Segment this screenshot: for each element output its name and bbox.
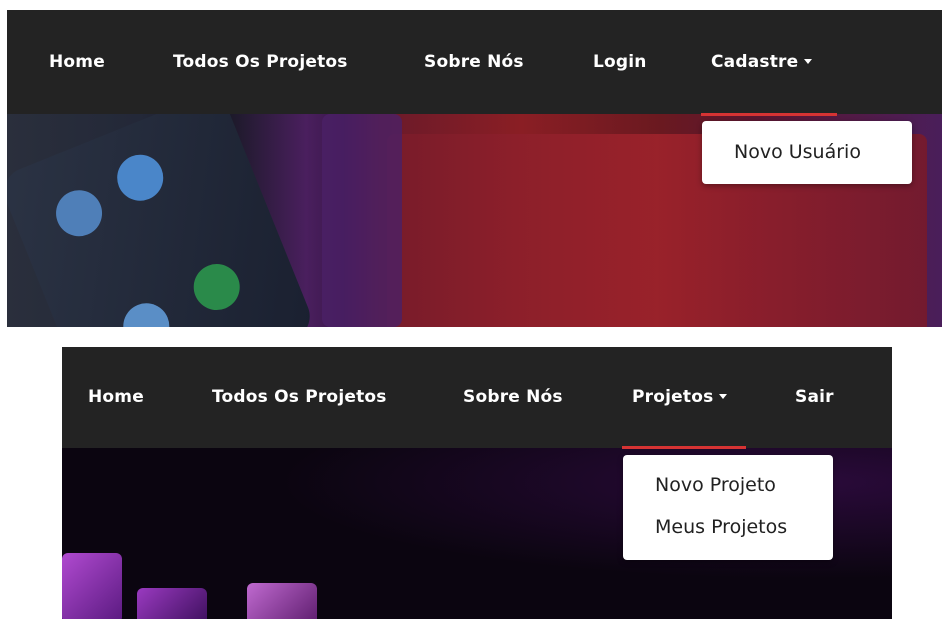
- main-navbar: Home Todos Os Projetos Sobre Nós Login C…: [7, 10, 942, 114]
- dropdown-item-my-projects[interactable]: Meus Projetos: [655, 516, 833, 538]
- hero-block: [247, 583, 317, 619]
- hero-purple-glow: [322, 114, 402, 327]
- active-underline: [701, 113, 837, 116]
- dropdown-item-new-project[interactable]: Novo Projeto: [655, 474, 833, 496]
- nav-home[interactable]: Home: [49, 52, 105, 72]
- app-icon-blue: [49, 183, 109, 244]
- nav-home[interactable]: Home: [88, 387, 144, 407]
- nav-register-label: Cadastre: [711, 52, 799, 72]
- app-icon-samsung: [110, 147, 171, 208]
- active-underline: [622, 446, 746, 449]
- phone-image: [7, 114, 317, 327]
- whatsapp-icon: [186, 257, 247, 317]
- nav-projects-label: Projetos: [632, 387, 714, 407]
- navbar-screenshot-visitor: Home Todos Os Projetos Sobre Nós Login C…: [7, 10, 942, 327]
- nav-all-projects[interactable]: Todos Os Projetos: [212, 387, 387, 407]
- projects-dropdown-menu: Novo Projeto Meus Projetos: [623, 455, 833, 560]
- nav-register-dropdown[interactable]: Cadastre: [711, 52, 813, 72]
- phone-icon: [116, 296, 177, 327]
- nav-login[interactable]: Login: [593, 52, 647, 72]
- nav-projects-dropdown[interactable]: Projetos: [632, 387, 728, 407]
- register-dropdown-menu: Novo Usuário: [702, 121, 912, 184]
- nav-about[interactable]: Sobre Nós: [424, 52, 524, 72]
- nav-about[interactable]: Sobre Nós: [463, 387, 563, 407]
- navbar-screenshot-user: Home Todos Os Projetos Sobre Nós Projeto…: [62, 347, 892, 619]
- main-navbar: Home Todos Os Projetos Sobre Nós Projeto…: [62, 347, 892, 448]
- caret-down-icon: [719, 393, 728, 399]
- caret-down-icon: [804, 58, 813, 64]
- dropdown-item-new-user[interactable]: Novo Usuário: [734, 141, 912, 163]
- nav-logout[interactable]: Sair: [795, 387, 834, 407]
- nav-all-projects[interactable]: Todos Os Projetos: [173, 52, 348, 72]
- hero-block: [62, 553, 122, 619]
- hero-block: [137, 588, 207, 619]
